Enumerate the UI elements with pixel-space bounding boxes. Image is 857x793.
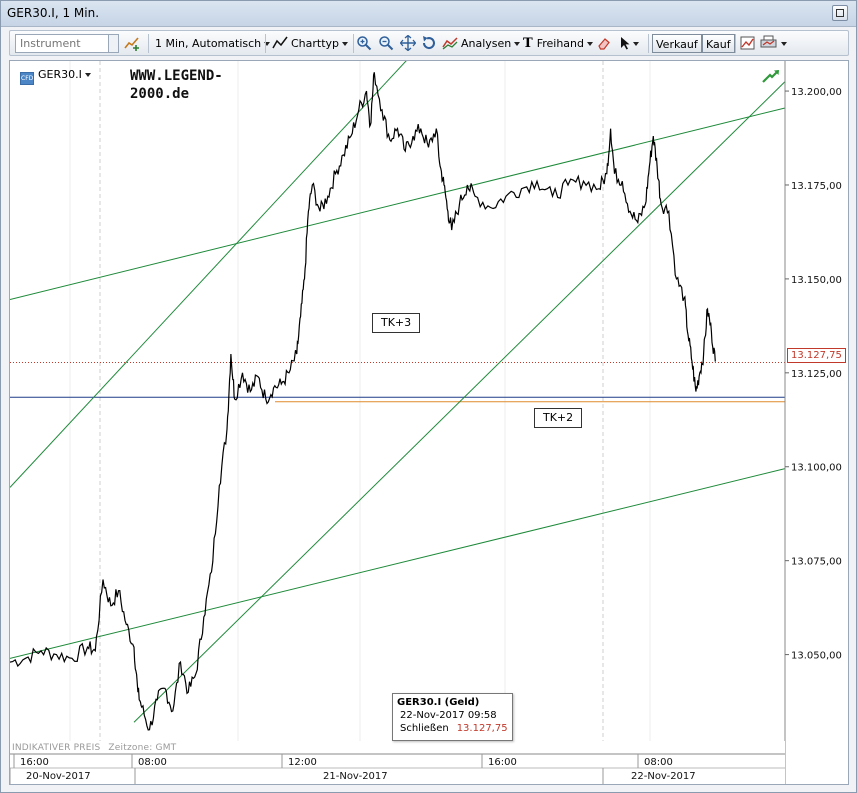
sell-button[interactable]: Verkauf bbox=[652, 34, 702, 53]
price-tick-label: 13.050,00 bbox=[791, 651, 842, 662]
time-tick-label: 12:00 bbox=[288, 757, 317, 768]
toolbar-separator bbox=[148, 34, 149, 53]
watermark-line2: 2000.de bbox=[130, 86, 190, 102]
window-titlebar: GER30.I, 1 Min. bbox=[1, 1, 856, 27]
price-tick-label: 13.175,00 bbox=[791, 181, 842, 192]
tk3-label[interactable]: TK+3 bbox=[372, 313, 421, 333]
symbol-dropdown[interactable]: CFD GER30.I bbox=[20, 67, 91, 85]
date-tick-label: 21-Nov-2017 bbox=[323, 771, 388, 782]
time-tick-label: 16:00 bbox=[488, 757, 517, 768]
time-tick-label: 08:00 bbox=[138, 757, 167, 768]
tk2-label[interactable]: TK+2 bbox=[534, 408, 583, 428]
price-chart[interactable]: 13.050,00 13.075,00 13.100,00 13.125,00 13.1… bbox=[10, 61, 848, 784]
maximize-button[interactable] bbox=[832, 5, 848, 21]
toolbar-separator bbox=[353, 34, 354, 53]
watermark-line1: WWW.LEGEND- bbox=[130, 68, 223, 84]
window-title: GER30.I, 1 Min. bbox=[7, 6, 100, 20]
cfd-badge: CFD bbox=[20, 72, 34, 85]
price-series-line bbox=[10, 72, 716, 731]
price-axis: 13.050,00 13.075,00 13.100,00 13.125,00 13.1… bbox=[784, 61, 842, 784]
charttype-dropdown[interactable]: Charttyp bbox=[272, 34, 349, 53]
symbol-label: GER30.I bbox=[38, 68, 82, 81]
analysis-icon bbox=[442, 37, 458, 50]
footer-note: INDIKATIVER PREIS Zeitzone: GMT bbox=[12, 743, 176, 753]
buy-button[interactable]: Kauf bbox=[702, 34, 735, 53]
instrument-input[interactable] bbox=[15, 34, 109, 53]
trendline-1 bbox=[10, 468, 786, 659]
print-icon bbox=[760, 35, 777, 48]
freihand-label: Freihand bbox=[536, 37, 584, 50]
text-tool-icon: T bbox=[523, 36, 533, 51]
chevron-down-icon bbox=[84, 73, 91, 77]
charttype-label: Charttyp bbox=[291, 37, 340, 50]
analysen-dropdown[interactable]: Analysen bbox=[442, 34, 521, 53]
time-tick-label: 08:00 bbox=[644, 757, 673, 768]
indicative-price-label: INDIKATIVER PREIS bbox=[12, 743, 101, 753]
zoom-in-icon[interactable] bbox=[356, 35, 372, 51]
analysen-label: Analysen bbox=[461, 37, 512, 50]
toolbar-separator bbox=[265, 34, 266, 53]
tooltip-close-row: Schließen 13.127,75 bbox=[397, 722, 508, 735]
current-price-tag: 13.127,75 bbox=[787, 348, 846, 363]
maximize-icon bbox=[836, 9, 844, 17]
tooltip-close-value: 13.127,75 bbox=[456, 723, 508, 734]
chart-settings-icon[interactable] bbox=[740, 35, 756, 51]
fit-to-screen-icon[interactable] bbox=[400, 35, 416, 51]
freihand-dropdown[interactable]: T Freihand bbox=[523, 34, 593, 53]
toolbar-separator bbox=[735, 34, 736, 53]
watermark: WWW.LEGEND- 2000.de bbox=[130, 67, 270, 103]
chevron-down-icon bbox=[633, 42, 639, 46]
print-dropdown[interactable] bbox=[760, 34, 787, 53]
horizontal-levels bbox=[10, 361, 785, 403]
price-tick-label: 13.125,00 bbox=[791, 369, 842, 380]
zoom-out-icon[interactable] bbox=[378, 35, 394, 51]
chevron-down-icon bbox=[587, 42, 593, 46]
chevron-down-icon bbox=[514, 42, 521, 46]
eraser-icon[interactable] bbox=[596, 35, 612, 51]
trend-up-icon[interactable] bbox=[762, 69, 780, 83]
price-tick-label: 13.100,00 bbox=[791, 463, 842, 474]
price-tooltip: GER30.I (Geld) 22-Nov-2017 09:58 Schließ… bbox=[392, 693, 513, 741]
tooltip-close-label: Schließen bbox=[400, 723, 449, 734]
compare-instruments-icon[interactable] bbox=[124, 35, 140, 51]
timezone-label: Zeitzone: GMT bbox=[108, 743, 177, 753]
interval-dropdown[interactable]: 1 Min, Automatisch bbox=[155, 34, 271, 53]
reset-view-icon[interactable] bbox=[421, 35, 437, 51]
price-tick-label: 13.075,00 bbox=[791, 557, 842, 568]
toolbar-separator bbox=[648, 34, 649, 53]
chart-window: GER30.I, 1 Min. 1 Min, Automatisch Chart… bbox=[0, 0, 857, 793]
trendline-0 bbox=[10, 107, 786, 301]
chart-area[interactable]: 13.050,00 13.075,00 13.100,00 13.125,00 13.1… bbox=[9, 60, 849, 785]
price-tick-label: 13.150,00 bbox=[791, 275, 842, 286]
line-chart-icon bbox=[272, 36, 288, 49]
instrument-lookup-button[interactable] bbox=[109, 34, 119, 53]
chart-toolbar: 1 Min, Automatisch Charttyp bbox=[9, 30, 849, 56]
chevron-down-icon bbox=[342, 42, 349, 46]
date-tick-label: 22-Nov-2017 bbox=[631, 771, 696, 782]
cursor-arrow-icon bbox=[621, 37, 630, 50]
interval-label: 1 Min, Automatisch bbox=[155, 37, 262, 50]
tooltip-title: GER30.I (Geld) bbox=[397, 697, 480, 708]
cursor-dropdown[interactable] bbox=[620, 34, 639, 53]
price-tick-label: 13.200,00 bbox=[791, 87, 842, 98]
tooltip-datetime: 22-Nov-2017 09:58 bbox=[400, 710, 497, 721]
time-tick-label: 16:00 bbox=[20, 757, 49, 768]
chevron-down-icon bbox=[781, 42, 787, 46]
date-tick-label: 20-Nov-2017 bbox=[26, 771, 91, 782]
